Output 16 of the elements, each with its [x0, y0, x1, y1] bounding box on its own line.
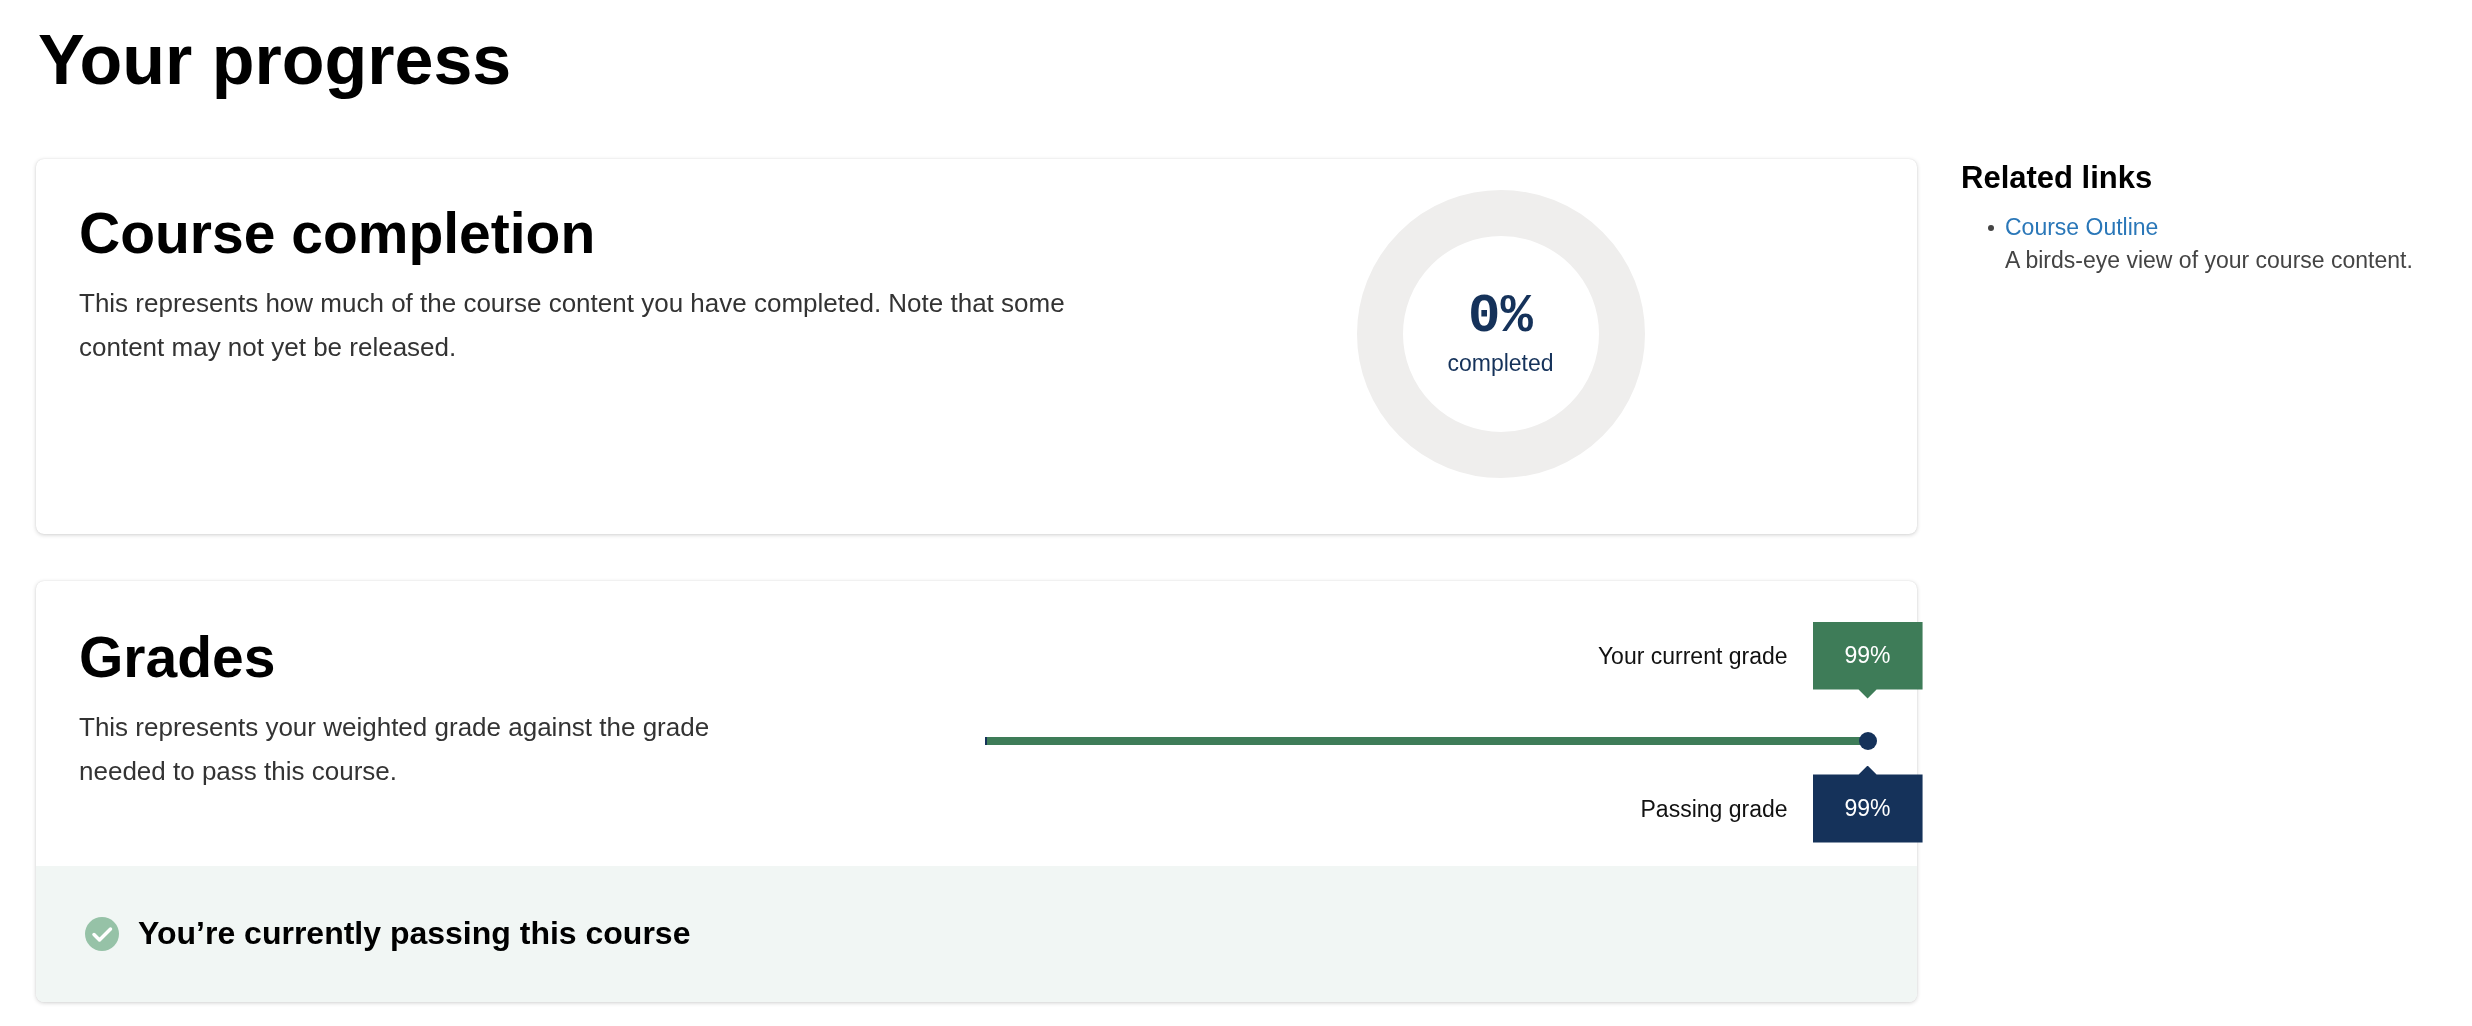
- completion-percent: 0%: [1468, 290, 1533, 344]
- page-title: Your progress: [38, 20, 512, 101]
- passing-grade-tooltip: 99%: [1812, 765, 1923, 843]
- link-description: A birds-eye view of your course content.: [2005, 247, 2413, 274]
- sidebar-heading: Related links: [1961, 160, 2153, 196]
- card-description: This represents your weighted grade against the grade needed to pass this course.: [79, 710, 711, 788]
- current-grade-tooltip: 99%: [1812, 621, 1923, 699]
- card-heading: Course completion: [79, 199, 596, 267]
- completion-caption: completed: [1447, 350, 1554, 377]
- card-description: This represents how much of the course content you have completed. Note that some content may not yet be released.: [79, 286, 1066, 364]
- current-grade-label: Your current grade: [1597, 642, 1788, 670]
- status-message: You’re currently passing this course: [138, 915, 691, 952]
- card-heading: Grades: [79, 623, 276, 691]
- passing-grade-label: Passing grade: [1640, 795, 1788, 823]
- bullet-icon: [1988, 224, 1994, 231]
- course-outline-link[interactable]: Course Outline: [2005, 214, 2413, 241]
